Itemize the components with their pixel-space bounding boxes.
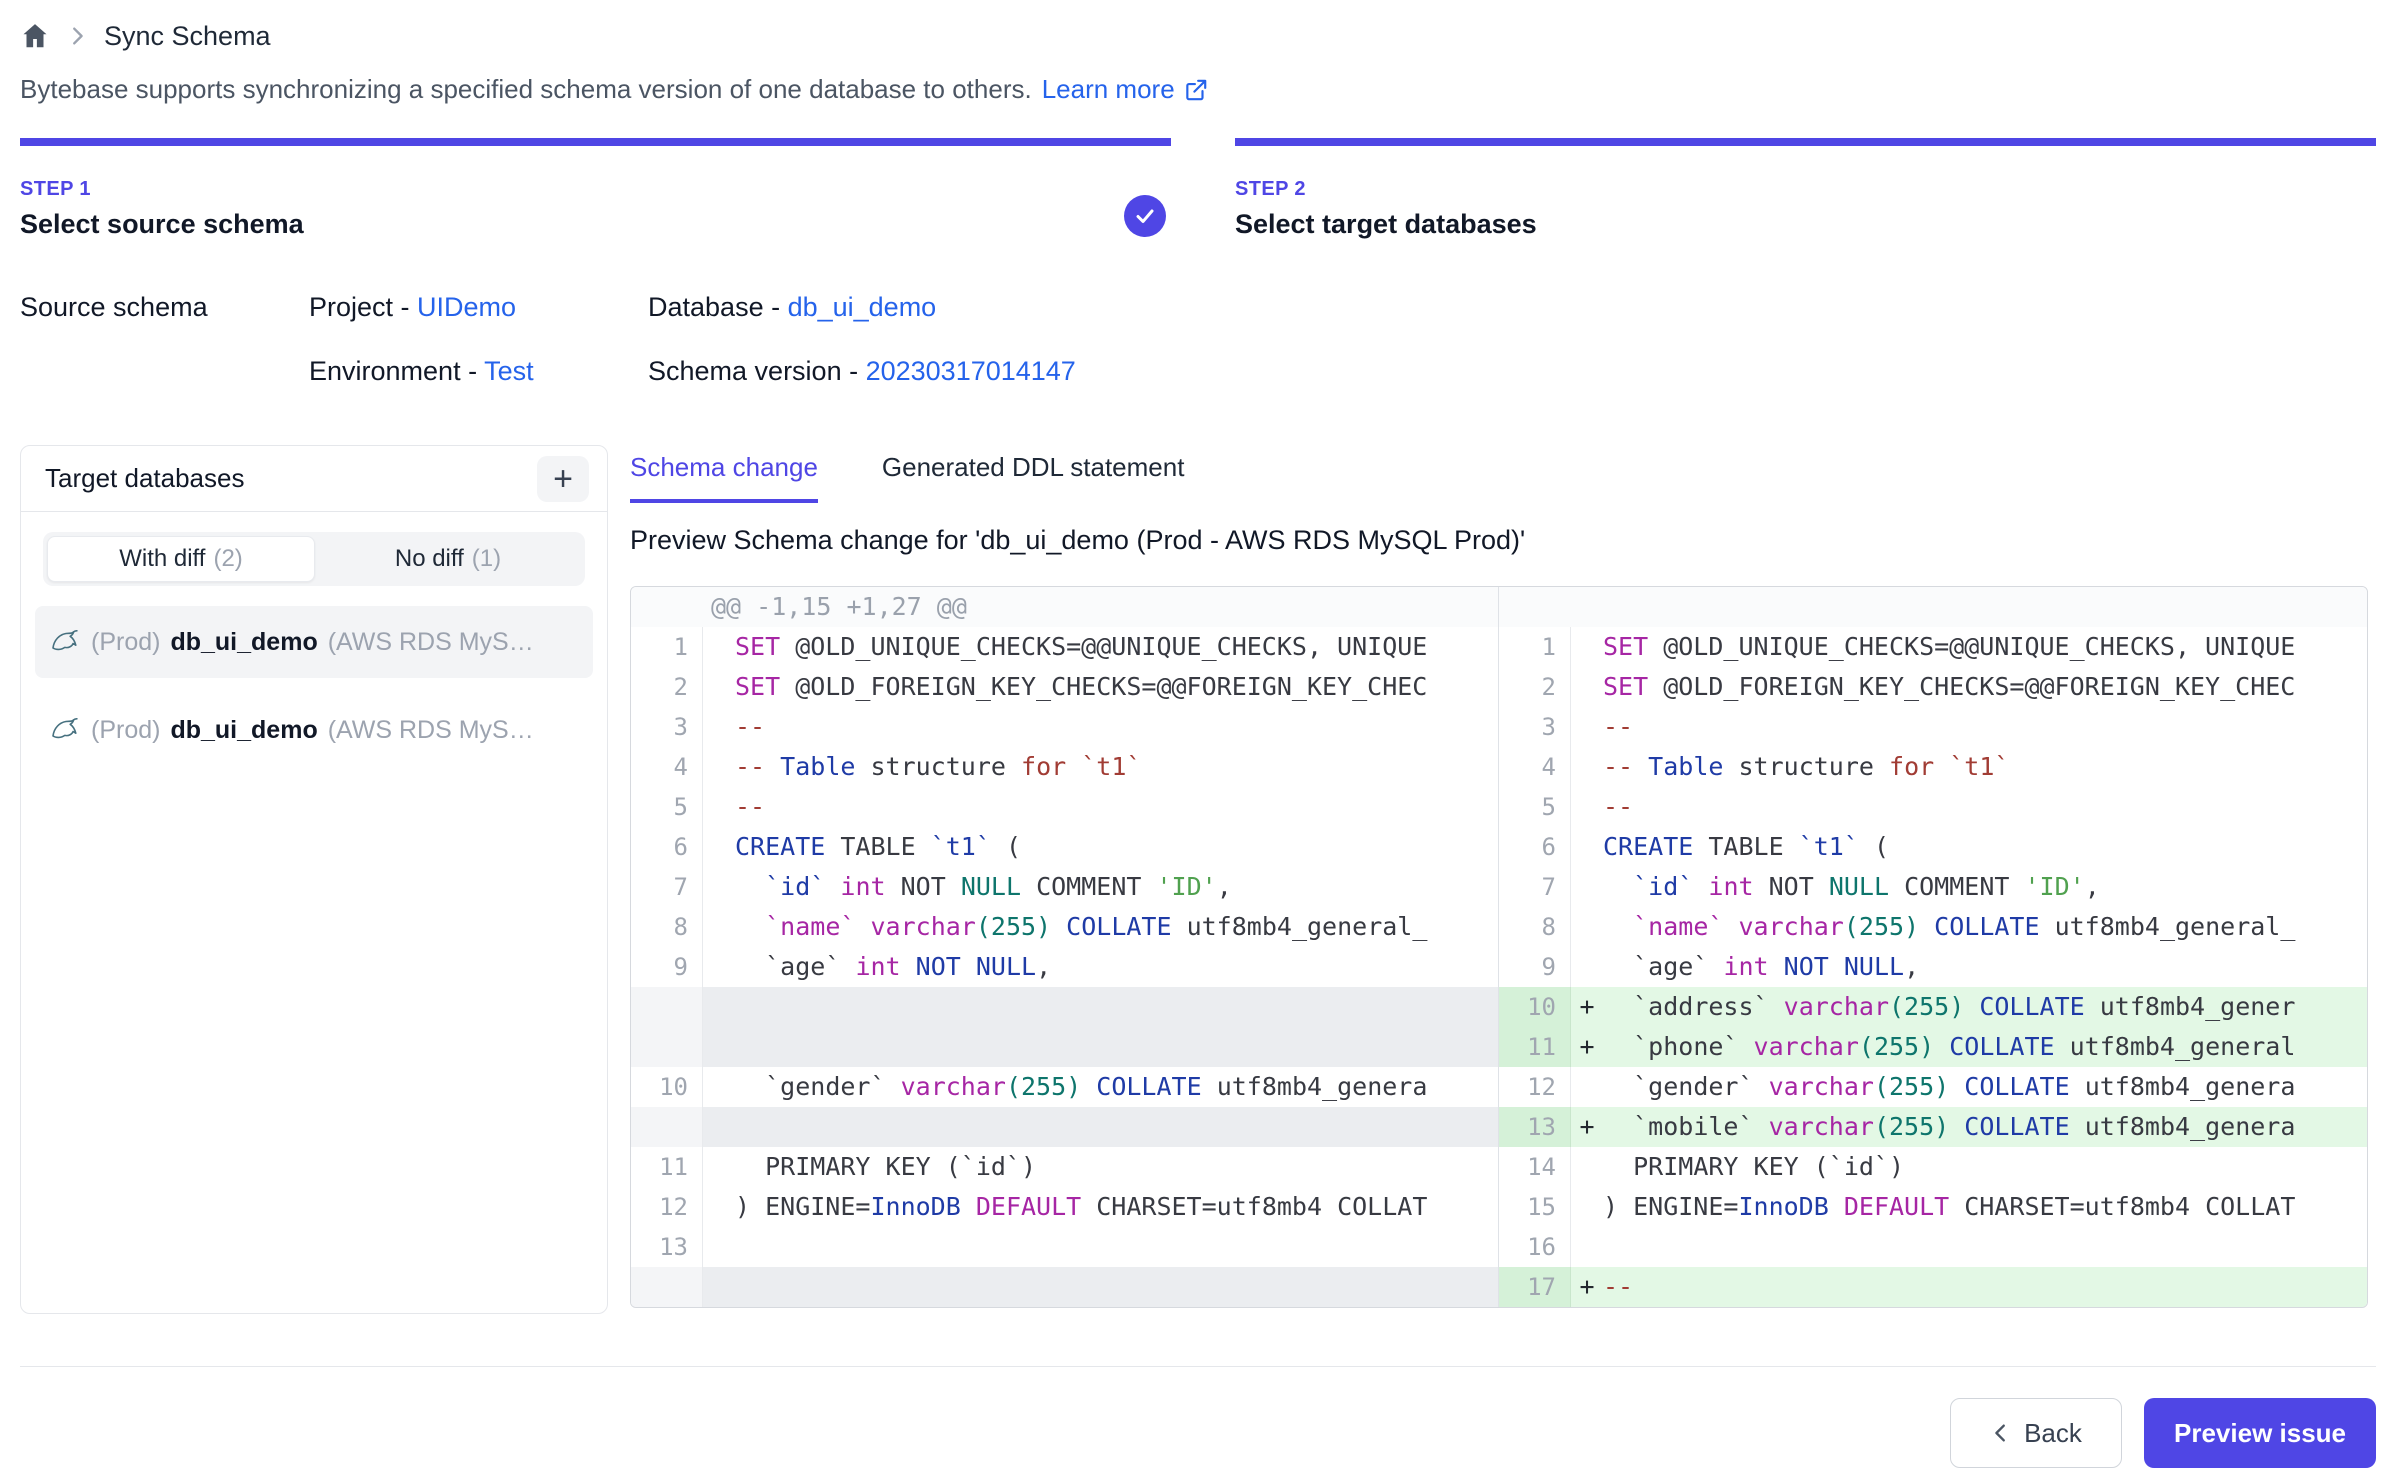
diff-placeholder-row	[631, 987, 1498, 1067]
add-target-database-button[interactable]: +	[537, 456, 589, 502]
diff-line: 7 `id` int NOT NULL COMMENT 'ID',	[1499, 867, 2367, 907]
diff-line: 3--	[1499, 707, 2367, 747]
database-environment: (Prod)	[91, 628, 160, 657]
diff-line: 1SET @OLD_UNIQUE_CHECKS=@@UNIQUE_CHECKS,…	[1499, 627, 2367, 667]
source-project-field: Project - UIDemo	[309, 292, 516, 323]
step2-label: STEP 2	[1235, 178, 1537, 201]
database-name: db_ui_demo	[170, 716, 317, 745]
diff-line: 12) ENGINE=InnoDB DEFAULT CHARSET=utf8mb…	[631, 1187, 1498, 1227]
diff-added-line: 10+ `address` varchar(255) COLLATE utf8m…	[1499, 987, 2367, 1027]
page-title: Sync Schema	[104, 21, 271, 52]
step2-block: STEP 2 Select target databases	[1235, 178, 1537, 240]
check-circle-icon	[1124, 195, 1166, 237]
target-database-item[interactable]: (Prod) db_ui_demo (AWS RDS MyS…	[35, 606, 593, 678]
environment-link[interactable]: Test	[484, 356, 534, 386]
diff-filter-tabs: With diff (2) No diff (1)	[43, 532, 585, 586]
diff-line: 9 `age` int NOT NULL,	[1499, 947, 2367, 987]
diff-added-line: 17+--	[1499, 1267, 2367, 1307]
learn-more-link[interactable]: Learn more	[1042, 74, 1209, 105]
database-environment: (Prod)	[91, 716, 160, 745]
diff-line: 4-- Table structure for `t1`	[631, 747, 1498, 787]
target-panel-header: Target databases +	[21, 446, 607, 512]
back-button[interactable]: Back	[1950, 1398, 2122, 1468]
tab-schema-change[interactable]: Schema change	[630, 452, 818, 503]
target-database-list: (Prod) db_ui_demo (AWS RDS MyS… (Prod) d…	[21, 586, 607, 766]
chevron-right-icon	[66, 25, 88, 47]
diff-placeholder-row	[631, 1107, 1498, 1147]
target-panel-title: Target databases	[45, 463, 244, 494]
preview-issue-button[interactable]: Preview issue	[2144, 1398, 2376, 1468]
diff-line: 6CREATE TABLE `t1` (	[1499, 827, 2367, 867]
tab-no-diff[interactable]: No diff (1)	[315, 536, 581, 582]
diff-added-line: 13+ `mobile` varchar(255) COLLATE utf8mb…	[1499, 1107, 2367, 1147]
diff-hunk-header: @@ -1,15 +1,27 @@	[631, 587, 1498, 627]
diff-hunk-header	[1499, 587, 2367, 627]
diff-line: 12 `gender` varchar(255) COLLATE utf8mb4…	[1499, 1067, 2367, 1107]
project-link[interactable]: UIDemo	[417, 292, 516, 322]
diff-added-line: 11+ `phone` varchar(255) COLLATE utf8mb4…	[1499, 1027, 2367, 1067]
preview-region: Schema change Generated DDL statement Pr…	[630, 452, 2368, 1308]
schema-version-link[interactable]: 20230317014147	[866, 356, 1076, 386]
footer-divider	[20, 1366, 2376, 1367]
diff-line: 3--	[631, 707, 1498, 747]
step1-progress-bar	[20, 138, 1171, 146]
diff-line: 6CREATE TABLE `t1` (	[631, 827, 1498, 867]
description-text: Bytebase supports synchronizing a specif…	[20, 74, 1032, 105]
step2-progress-bar	[1235, 138, 2376, 146]
breadcrumb: Sync Schema	[20, 16, 271, 56]
database-instance: (AWS RDS MyS…	[328, 716, 534, 745]
diff-line: 9 `age` int NOT NULL,	[631, 947, 1498, 987]
step1-title: Select source schema	[20, 209, 304, 240]
external-link-icon	[1183, 77, 1209, 103]
diff-line: 16	[1499, 1227, 2367, 1267]
step1-label: STEP 1	[20, 178, 304, 201]
source-environment-field: Environment - Test	[309, 356, 534, 387]
diff-line: 2SET @OLD_FOREIGN_KEY_CHECKS=@@FOREIGN_K…	[631, 667, 1498, 707]
tab-generated-ddl[interactable]: Generated DDL statement	[882, 452, 1185, 503]
diff-line: 10 `gender` varchar(255) COLLATE utf8mb4…	[631, 1067, 1498, 1107]
diff-line: 4-- Table structure for `t1`	[1499, 747, 2367, 787]
diff-line: 8 `name` varchar(255) COLLATE utf8mb4_ge…	[631, 907, 1498, 947]
diff-pane-source[interactable]: @@ -1,15 +1,27 @@1SET @OLD_UNIQUE_CHECKS…	[631, 587, 1499, 1307]
source-version-field: Schema version - 20230317014147	[648, 356, 1076, 387]
step1-block: STEP 1 Select source schema	[20, 178, 304, 240]
database-instance: (AWS RDS MyS…	[328, 628, 534, 657]
schema-diff-viewer: @@ -1,15 +1,27 @@1SET @OLD_UNIQUE_CHECKS…	[630, 586, 2368, 1308]
step2-title: Select target databases	[1235, 209, 1537, 240]
page-description: Bytebase supports synchronizing a specif…	[20, 74, 1209, 105]
target-databases-panel: Target databases + With diff (2) No diff…	[20, 445, 608, 1314]
preview-title: Preview Schema change for 'db_ui_demo (P…	[630, 525, 2368, 556]
database-name: db_ui_demo	[170, 628, 317, 657]
diff-pane-target[interactable]: 1SET @OLD_UNIQUE_CHECKS=@@UNIQUE_CHECKS,…	[1499, 587, 2367, 1307]
diff-line: 8 `name` varchar(255) COLLATE utf8mb4_ge…	[1499, 907, 2367, 947]
home-icon[interactable]	[20, 21, 50, 51]
diff-placeholder-row	[631, 1267, 1498, 1307]
chevron-left-icon	[1990, 1422, 2012, 1444]
target-database-item[interactable]: (Prod) db_ui_demo (AWS RDS MyS…	[35, 694, 593, 766]
diff-line: 15) ENGINE=InnoDB DEFAULT CHARSET=utf8mb…	[1499, 1187, 2367, 1227]
diff-line: 1SET @OLD_UNIQUE_CHECKS=@@UNIQUE_CHECKS,…	[631, 627, 1498, 667]
database-link[interactable]: db_ui_demo	[788, 292, 937, 322]
source-database-field: Database - db_ui_demo	[648, 292, 936, 323]
diff-line: 7 `id` int NOT NULL COMMENT 'ID',	[631, 867, 1498, 907]
mysql-dolphin-icon	[49, 626, 81, 658]
tab-with-diff[interactable]: With diff (2)	[47, 536, 315, 582]
diff-line: 11 PRIMARY KEY (`id`)	[631, 1147, 1498, 1187]
diff-line: 14 PRIMARY KEY (`id`)	[1499, 1147, 2367, 1187]
diff-line: 2SET @OLD_FOREIGN_KEY_CHECKS=@@FOREIGN_K…	[1499, 667, 2367, 707]
mysql-dolphin-icon	[49, 714, 81, 746]
preview-tabs: Schema change Generated DDL statement	[630, 452, 2368, 503]
diff-line: 5--	[1499, 787, 2367, 827]
diff-line: 13	[631, 1227, 1498, 1267]
plus-icon: +	[553, 462, 573, 496]
source-schema-label: Source schema	[20, 292, 208, 323]
diff-line: 5--	[631, 787, 1498, 827]
